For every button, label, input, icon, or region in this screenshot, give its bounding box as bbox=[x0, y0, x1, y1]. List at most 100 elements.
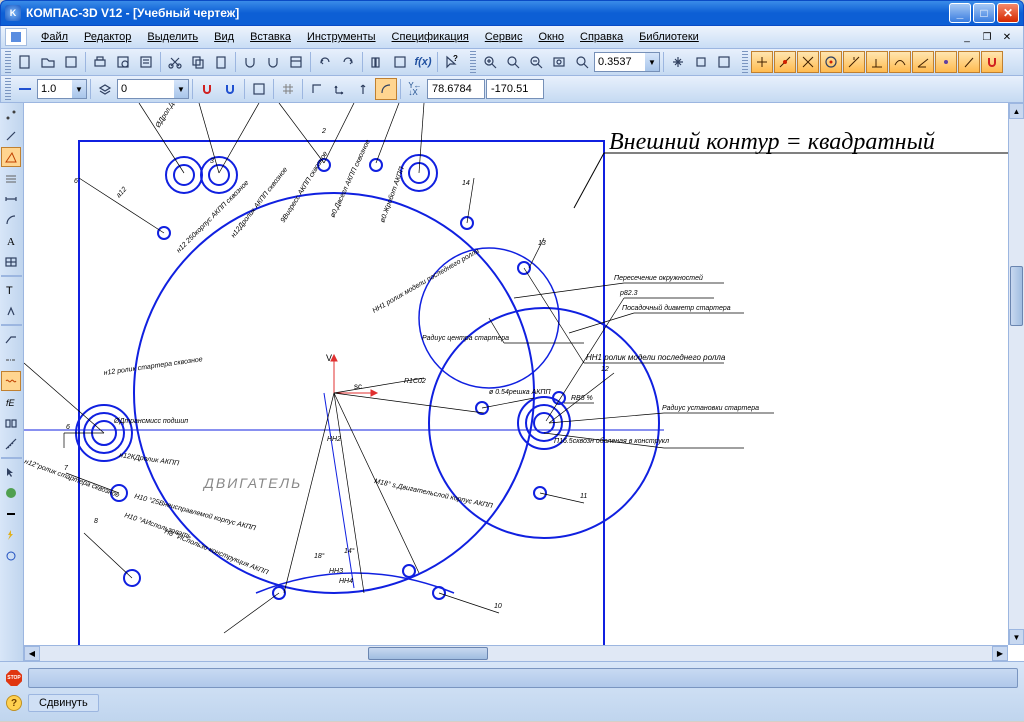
scroll-up[interactable]: ▲ bbox=[1009, 103, 1024, 119]
spec-tool[interactable] bbox=[1, 483, 21, 503]
snap-near-button[interactable] bbox=[889, 51, 911, 73]
menu-help[interactable]: Справка bbox=[572, 29, 631, 45]
mdi-minimize[interactable]: _ bbox=[959, 30, 975, 44]
snap-point-button[interactable] bbox=[935, 51, 957, 73]
grip[interactable] bbox=[742, 51, 748, 73]
axis-tool[interactable] bbox=[1, 350, 21, 370]
select-tool[interactable] bbox=[1, 462, 21, 482]
rough-tool[interactable] bbox=[1, 301, 21, 321]
xy-button[interactable]: Y←↓X bbox=[404, 78, 426, 100]
zoom-fit-button[interactable] bbox=[548, 51, 570, 73]
grip[interactable] bbox=[470, 51, 476, 73]
menu-service[interactable]: Сервис bbox=[477, 29, 531, 45]
refresh-button[interactable] bbox=[713, 51, 735, 73]
paste-button[interactable] bbox=[210, 51, 232, 73]
spec-button[interactable] bbox=[135, 51, 157, 73]
circle-tool[interactable] bbox=[1, 546, 21, 566]
zoom-in-button[interactable] bbox=[502, 51, 524, 73]
coords-button[interactable] bbox=[352, 78, 374, 100]
edit-tool[interactable]: fE bbox=[1, 392, 21, 412]
dim-tool[interactable] bbox=[1, 189, 21, 209]
redo-button[interactable] bbox=[337, 51, 359, 73]
save-button[interactable] bbox=[60, 51, 82, 73]
command-line[interactable] bbox=[28, 668, 1018, 688]
help-cursor-button[interactable]: ? bbox=[441, 51, 463, 73]
pan-button[interactable] bbox=[667, 51, 689, 73]
leader-tool[interactable] bbox=[1, 329, 21, 349]
zoom-out-button[interactable] bbox=[525, 51, 547, 73]
magnet-button[interactable] bbox=[239, 51, 261, 73]
minimize-button[interactable]: _ bbox=[949, 3, 971, 23]
snap-intersect-button[interactable] bbox=[797, 51, 819, 73]
arc-tool[interactable] bbox=[1, 210, 21, 230]
maximize-button[interactable]: □ bbox=[973, 3, 995, 23]
scroll-thumb-h[interactable] bbox=[368, 647, 488, 660]
localcs-button[interactable] bbox=[329, 78, 351, 100]
zoom-value[interactable] bbox=[595, 53, 645, 71]
layer-value[interactable] bbox=[118, 80, 174, 98]
snap-center-button[interactable] bbox=[820, 51, 842, 73]
zoom-combo[interactable]: ▼ bbox=[594, 52, 660, 72]
scroll-right[interactable]: ▶ bbox=[992, 646, 1008, 661]
text-tool[interactable]: A bbox=[1, 231, 21, 251]
print-button[interactable] bbox=[89, 51, 111, 73]
lineweight-value[interactable] bbox=[38, 80, 72, 98]
mdi-restore[interactable]: ❐ bbox=[979, 30, 995, 44]
properties-button[interactable] bbox=[285, 51, 307, 73]
menu-libs[interactable]: Библиотеки bbox=[631, 29, 707, 45]
bolt-tool[interactable] bbox=[1, 525, 21, 545]
lineweight-combo[interactable]: ▼ bbox=[37, 79, 87, 99]
dd[interactable]: ▼ bbox=[174, 80, 188, 98]
help-icon[interactable]: ? bbox=[6, 695, 22, 711]
round-button[interactable] bbox=[375, 78, 397, 100]
menu-tools[interactable]: Инструменты bbox=[299, 29, 384, 45]
linetype-button[interactable] bbox=[14, 78, 36, 100]
zoom-dropdown[interactable]: ▼ bbox=[645, 53, 659, 71]
mdi-close[interactable]: ✕ bbox=[999, 30, 1015, 44]
measure-tool[interactable] bbox=[1, 434, 21, 454]
menu-edit[interactable]: Редактор bbox=[76, 29, 139, 45]
line-tool[interactable] bbox=[1, 126, 21, 146]
menu-file[interactable]: Файл bbox=[33, 29, 76, 45]
table-tool[interactable] bbox=[1, 252, 21, 272]
cut-button[interactable] bbox=[164, 51, 186, 73]
zoom-prev-button[interactable] bbox=[571, 51, 593, 73]
layer-combo[interactable]: ▼ bbox=[117, 79, 189, 99]
fx-button[interactable]: f(x) bbox=[412, 51, 434, 73]
new-button[interactable] bbox=[14, 51, 36, 73]
text2-tool[interactable]: T bbox=[1, 280, 21, 300]
doc-icon[interactable] bbox=[5, 28, 27, 46]
variables-button[interactable] bbox=[389, 51, 411, 73]
attract-button[interactable] bbox=[262, 51, 284, 73]
vertical-scrollbar[interactable]: ▲ ▼ bbox=[1008, 103, 1024, 645]
point-tool[interactable] bbox=[1, 105, 21, 125]
magnet-blue-button[interactable] bbox=[219, 78, 241, 100]
menu-spec[interactable]: Спецификация bbox=[384, 29, 477, 45]
dd[interactable]: ▼ bbox=[72, 80, 86, 98]
menu-view[interactable]: Вид bbox=[206, 29, 242, 45]
snap-mid-button[interactable] bbox=[774, 51, 796, 73]
geom-tool[interactable] bbox=[1, 147, 21, 167]
open-button[interactable] bbox=[37, 51, 59, 73]
snap-perp-button[interactable] bbox=[866, 51, 888, 73]
ortho-button[interactable] bbox=[306, 78, 328, 100]
snap-end-button[interactable] bbox=[751, 51, 773, 73]
drawing-canvas[interactable]: V sc Внешний контур = квадратный НН1 рол… bbox=[24, 103, 1024, 661]
zoom-window-button[interactable] bbox=[479, 51, 501, 73]
snap-grid-button[interactable] bbox=[958, 51, 980, 73]
param-tool[interactable] bbox=[1, 413, 21, 433]
grip[interactable] bbox=[5, 51, 11, 73]
break-tool[interactable] bbox=[1, 371, 21, 391]
menu-window[interactable]: Окно bbox=[530, 29, 572, 45]
menu-insert[interactable]: Вставка bbox=[242, 29, 299, 45]
grip[interactable] bbox=[5, 78, 11, 100]
scroll-left[interactable]: ◀ bbox=[24, 646, 40, 661]
stop-button[interactable]: STOP bbox=[6, 670, 22, 686]
report-tool[interactable] bbox=[1, 504, 21, 524]
library-button[interactable] bbox=[366, 51, 388, 73]
horizontal-scrollbar[interactable]: ◀ ▶ bbox=[24, 645, 1008, 661]
scroll-thumb-v[interactable] bbox=[1010, 266, 1023, 326]
copy-button[interactable] bbox=[187, 51, 209, 73]
layers-button[interactable] bbox=[94, 78, 116, 100]
hatch-button[interactable] bbox=[248, 78, 270, 100]
